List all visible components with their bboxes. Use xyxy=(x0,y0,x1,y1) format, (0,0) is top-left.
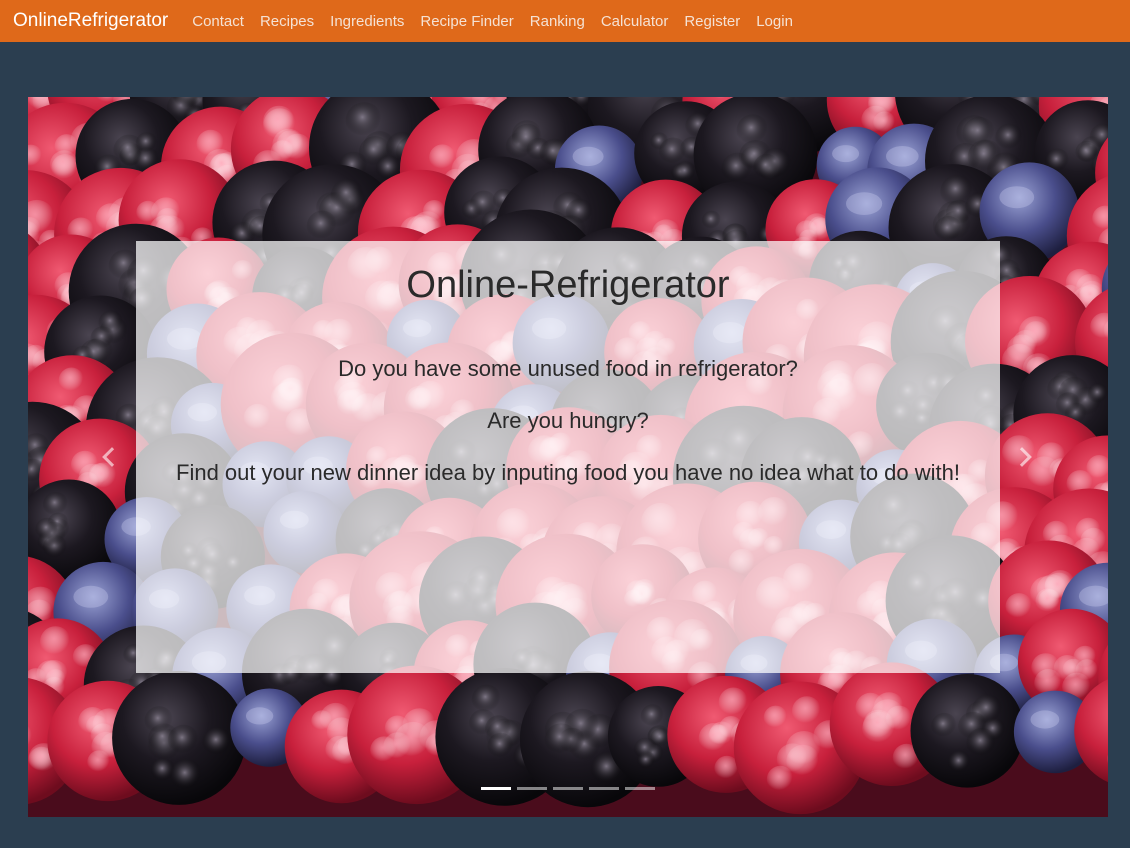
nav-link-calculator[interactable]: Calculator xyxy=(601,13,669,30)
chevron-right-icon xyxy=(1012,447,1032,467)
nav-link-recipes[interactable]: Recipes xyxy=(260,13,314,30)
nav-link-register[interactable]: Register xyxy=(684,13,740,30)
hero-line-hungry: Are you hungry? xyxy=(487,408,649,433)
carousel-prev-button[interactable] xyxy=(94,442,124,472)
carousel-next-button[interactable] xyxy=(1010,442,1040,472)
carousel-indicator-2[interactable] xyxy=(517,787,547,790)
carousel-indicator-3[interactable] xyxy=(553,787,583,790)
nav-link-ranking[interactable]: Ranking xyxy=(530,13,585,30)
hero-line-dinner-idea: Find out your new dinner idea by inputin… xyxy=(176,460,960,485)
nav-link-contact[interactable]: Contact xyxy=(192,13,244,30)
carousel-indicator-1[interactable] xyxy=(481,787,511,790)
hero-title: Online-Refrigerator xyxy=(406,264,730,306)
carousel-indicator-4[interactable] xyxy=(589,787,619,790)
hero-line-unused-food: Do you have some unused food in refriger… xyxy=(338,356,798,381)
hero-carousel: Online-Refrigerator Do you have some unu… xyxy=(28,97,1108,817)
brand-link[interactable]: OnlineRefrigerator xyxy=(13,10,168,32)
nav-link-ingredients[interactable]: Ingredients xyxy=(330,13,404,30)
navbar: OnlineRefrigerator Contact Recipes Ingre… xyxy=(0,0,1130,42)
carousel-indicator-5[interactable] xyxy=(625,787,655,790)
chevron-left-icon xyxy=(102,447,122,467)
nav-link-recipe-finder[interactable]: Recipe Finder xyxy=(420,13,513,30)
hero-caption: Online-Refrigerator Do you have some unu… xyxy=(136,241,1000,673)
carousel-indicators xyxy=(481,787,655,790)
nav-list: Contact Recipes Ingredients Recipe Finde… xyxy=(192,13,809,30)
nav-link-login[interactable]: Login xyxy=(756,13,793,30)
